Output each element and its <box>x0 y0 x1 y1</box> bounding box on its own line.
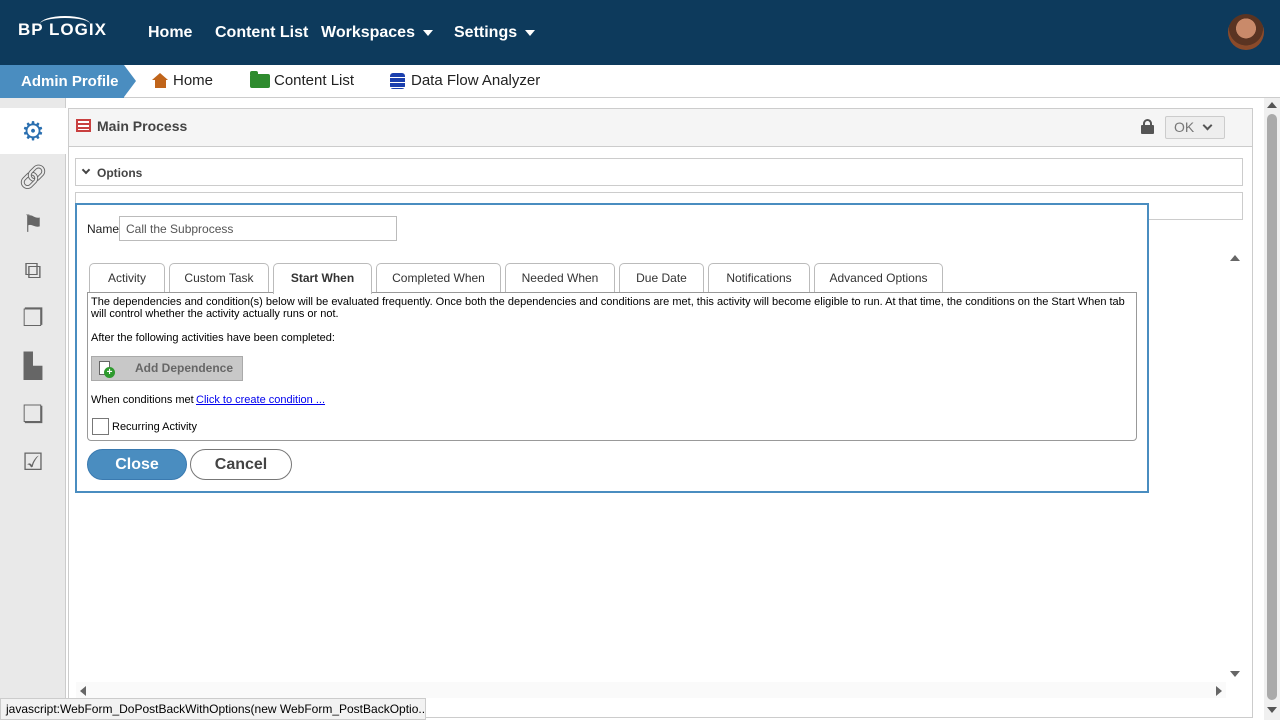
database-icon <box>390 72 405 89</box>
subprocess-icon: ⧉ <box>24 257 42 284</box>
tab-start-when[interactable]: Start When <box>273 263 372 294</box>
stacked-pages-icon: ❏ <box>22 401 44 428</box>
close-button[interactable]: Close <box>87 449 187 480</box>
nav-workspaces[interactable]: Workspaces <box>321 24 433 42</box>
scroll-right-icon[interactable] <box>1216 686 1222 696</box>
breadcrumb: Admin Profile Home Content List Data Flo… <box>0 65 1280 98</box>
name-label: Name <box>87 222 120 236</box>
page-scroll-down-icon[interactable] <box>1267 707 1277 713</box>
breadcrumb-arrow <box>124 65 136 97</box>
chevron-down-icon <box>1202 120 1213 131</box>
ok-label: OK <box>1174 119 1195 135</box>
scroll-down-icon[interactable] <box>1230 671 1240 677</box>
sidebar-item-gears[interactable]: ⚙ <box>0 108 66 154</box>
page-scroll-up-icon[interactable] <box>1267 102 1277 108</box>
sidebar-item-copy[interactable]: ❐ <box>0 296 66 342</box>
tab-notifications[interactable]: Notifications <box>708 263 810 293</box>
breadcrumb-data-flow-analyzer[interactable]: Data Flow Analyzer <box>390 72 540 89</box>
breadcrumb-home[interactable]: Home <box>152 72 213 89</box>
breadcrumb-content-list-label: Content List <box>274 72 355 89</box>
admin-profile-tab[interactable]: Admin Profile <box>0 65 124 98</box>
process-header <box>68 108 1253 147</box>
top-nav: BP LOGIX Home Content List Workspaces Se… <box>0 0 1280 65</box>
nav-settings[interactable]: Settings <box>454 24 536 42</box>
left-sidebar: ⚙ 🔗︎ ⚑ ⧉ ❐ ▙ ❏ ☑ <box>0 98 66 720</box>
scroll-left-icon[interactable] <box>80 686 86 696</box>
home-icon <box>152 73 169 88</box>
process-icon <box>76 119 91 132</box>
page-scrollbar-thumb[interactable] <box>1267 114 1277 700</box>
nav-home[interactable]: Home <box>148 24 192 42</box>
process-title: Main Process <box>97 118 188 134</box>
options-section[interactable] <box>75 158 1243 186</box>
sidebar-item-flag[interactable]: ⚑ <box>0 202 66 248</box>
nav-content-list[interactable]: Content List <box>215 24 308 42</box>
name-input[interactable] <box>119 216 397 241</box>
lock-icon[interactable] <box>1141 119 1154 134</box>
chevron-down-icon <box>525 29 536 36</box>
cancel-button[interactable]: Cancel <box>190 449 292 480</box>
horizontal-scrollbar[interactable] <box>76 682 1226 698</box>
sidebar-item-link[interactable]: 🔗︎ <box>0 155 66 201</box>
locked-document-icon: ▙ <box>23 353 43 380</box>
when-conditions-label: When conditions met <box>91 394 194 406</box>
folder-icon <box>250 70 270 88</box>
copy-blocks-icon: ❐ <box>22 305 44 332</box>
sidebar-item-locked-doc[interactable]: ▙ <box>0 344 66 390</box>
checklist-icon: ☑ <box>22 449 44 476</box>
chevron-down-icon <box>422 29 433 36</box>
start-when-description: The dependencies and condition(s) below … <box>91 296 1125 320</box>
breadcrumb-home-label: Home <box>173 72 214 89</box>
create-condition-link[interactable]: Click to create condition ... <box>196 394 325 406</box>
status-bar-url: javascript:WebForm_DoPostBackWithOptions… <box>0 698 426 720</box>
sidebar-item-subprocess[interactable]: ⧉ <box>0 248 66 294</box>
tab-due-date[interactable]: Due Date <box>619 263 704 293</box>
sidebar-item-checklist[interactable]: ☑ <box>0 440 66 486</box>
user-avatar[interactable] <box>1228 14 1264 50</box>
gears-icon: ⚙ <box>21 116 45 146</box>
tab-advanced-options[interactable]: Advanced Options <box>814 263 943 293</box>
plus-icon: + <box>104 367 115 378</box>
flag-icon: ⚑ <box>22 211 44 238</box>
scroll-up-icon[interactable] <box>1230 255 1240 261</box>
link-icon: 🔗︎ <box>17 164 49 191</box>
breadcrumb-dfa-label: Data Flow Analyzer <box>411 72 541 89</box>
tab-custom-task[interactable]: Custom Task <box>169 263 269 293</box>
recurring-activity-checkbox[interactable] <box>92 418 109 435</box>
ok-button[interactable]: OK <box>1165 116 1225 139</box>
sidebar-item-pages[interactable]: ❏ <box>0 392 66 438</box>
tab-completed-when[interactable]: Completed When <box>376 263 501 293</box>
recurring-activity-label: Recurring Activity <box>112 421 197 433</box>
bp-logix-logo[interactable]: BP LOGIX <box>18 16 107 40</box>
tab-needed-when[interactable]: Needed When <box>505 263 615 293</box>
breadcrumb-content-list[interactable]: Content List <box>250 70 355 89</box>
options-label: Options <box>97 166 143 180</box>
after-activities-text: After the following activities have been… <box>91 332 335 344</box>
tab-activity[interactable]: Activity <box>89 263 165 293</box>
